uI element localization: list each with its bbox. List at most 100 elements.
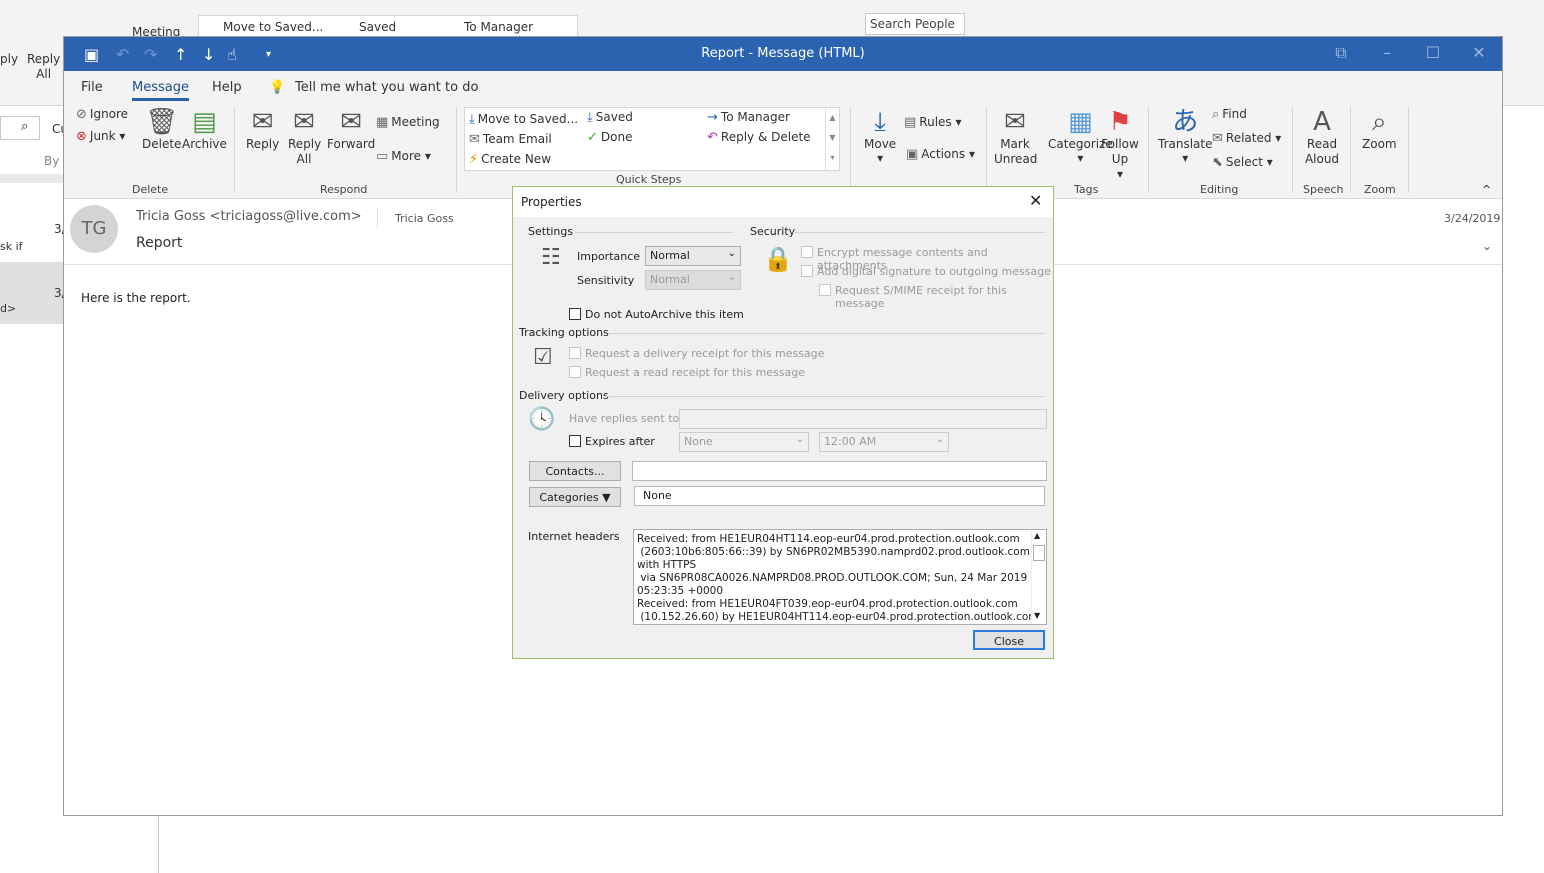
junk-icon: ⊗	[76, 129, 87, 144]
delivery-receipt-label: Request a delivery receipt for this mess…	[585, 347, 825, 360]
divider	[609, 333, 1045, 334]
mark-unread-button[interactable]: ✉ Mark Unread	[994, 107, 1037, 167]
title-bar: ▣ ↶ ↷ ↑ ↓ ☝ ▾ Report - Message (HTML) ⧉ …	[64, 37, 1502, 71]
read-aloud-button[interactable]: A Read Aloud	[1302, 107, 1342, 167]
settings-list-icon: ☷	[541, 245, 561, 270]
forward-icon: ✉	[340, 107, 363, 137]
divider	[1148, 107, 1149, 193]
search-box[interactable]: ⌕	[0, 116, 40, 140]
collapse-ribbon-icon[interactable]: ^	[1482, 183, 1491, 196]
bg-qs-item[interactable]: To Manager	[464, 20, 533, 34]
replies-input[interactable]	[679, 409, 1047, 429]
quick-step-saved[interactable]: ⤓ Saved	[587, 110, 633, 125]
zoom-button[interactable]: ⌕ Zoom	[1362, 107, 1397, 151]
expires-date-select[interactable]: None ⌄	[679, 432, 809, 452]
forward-button[interactable]: ✉ Forward	[327, 107, 375, 151]
minimize-icon[interactable]: –	[1372, 43, 1402, 62]
headers-scrollbar[interactable]: ▲ ▼	[1031, 531, 1045, 623]
bg-qs-item[interactable]: Move to Saved...	[223, 20, 323, 34]
quick-step-to-manager[interactable]: → To Manager	[707, 110, 790, 125]
quick-steps-scroll[interactable]: ▲ ▼ ▾	[825, 108, 839, 170]
autoarchive-checkbox[interactable]	[569, 308, 581, 320]
meeting-label: Meeting	[391, 115, 440, 129]
smime-checkbox[interactable]	[819, 284, 831, 296]
quick-step-move-to-saved[interactable]: ⤓ Move to Saved...	[469, 112, 578, 127]
contacts-button[interactable]: Contacts...	[529, 461, 621, 481]
expires-time-select[interactable]: 12:00 AM ⌄	[819, 432, 949, 452]
ignore-icon: ⊘	[76, 107, 87, 122]
reply-all-button[interactable]: ✉ Reply All	[288, 107, 321, 167]
follow-up-button[interactable]: ⚑ Follow Up ▾	[1100, 107, 1140, 181]
rules-button[interactable]: ▤ Rules ▾	[904, 115, 962, 130]
tab-message[interactable]: Message	[132, 80, 189, 101]
read-receipt-checkbox[interactable]	[569, 366, 581, 378]
quick-step-create-new[interactable]: ⚡ Create New	[469, 152, 551, 167]
archive-button[interactable]: ▤ Archive	[182, 107, 227, 151]
select-button[interactable]: ⬉ Select ▾	[1212, 155, 1273, 170]
tab-help[interactable]: Help	[212, 80, 242, 95]
categories-input[interactable]: None	[634, 486, 1045, 506]
encrypt-checkbox[interactable]	[801, 246, 813, 258]
internet-headers-text[interactable]: Received: from HE1EUR04HT114.eop-eur04.p…	[633, 529, 1047, 625]
list-item-preview: sk if	[0, 240, 23, 253]
group-label-speech: Speech	[1303, 183, 1344, 196]
sensitivity-select[interactable]: Normal ⌄	[645, 270, 741, 290]
search-people-input[interactable]: Search People	[865, 13, 965, 35]
importance-select[interactable]: Normal ⌄	[645, 246, 741, 266]
sensitivity-label: Sensitivity	[577, 274, 635, 287]
sender[interactable]: Tricia Goss <triciagoss@live.com>	[136, 209, 362, 224]
divider	[377, 209, 378, 227]
scroll-up-icon[interactable]: ▲	[1034, 531, 1040, 540]
group-label-quick-steps: Quick Steps	[616, 173, 682, 186]
trash-icon: 🗑	[145, 107, 179, 137]
divider	[605, 396, 1045, 397]
expand-header-icon[interactable]: ⌄	[1482, 239, 1492, 253]
dialog-close-icon[interactable]: ✕	[1029, 191, 1042, 210]
find-button[interactable]: ⌕ Find	[1212, 107, 1247, 122]
bg-qs-item[interactable]: Saved	[359, 20, 396, 34]
meeting-button[interactable]: ▦ Meeting	[376, 115, 440, 130]
bg-reply-label[interactable]: ply	[0, 52, 18, 66]
recipient[interactable]: Tricia Goss	[395, 212, 454, 225]
close-icon[interactable]: ✕	[1464, 43, 1494, 62]
delete-button[interactable]: 🗑 Delete	[142, 107, 181, 151]
contacts-input[interactable]	[632, 461, 1047, 481]
actions-button[interactable]: ▣ Actions ▾	[906, 147, 975, 162]
close-button[interactable]: Close	[973, 630, 1045, 650]
maximize-icon[interactable]: ☐	[1418, 43, 1448, 62]
bg-reply-all[interactable]: Reply All	[27, 52, 60, 82]
list-item[interactable]: 3/ d>	[0, 262, 66, 324]
message-date: 3/24/2019	[1444, 212, 1501, 225]
tab-file[interactable]: File	[81, 80, 103, 95]
group-label-editing: Editing	[1200, 183, 1239, 196]
delivery-receipt-checkbox[interactable]	[569, 347, 581, 359]
related-icon: ✉	[1212, 131, 1223, 146]
subject: Report	[136, 235, 183, 251]
zoom-label: Zoom	[1362, 137, 1397, 151]
ribbon-display-icon[interactable]: ⧉	[1326, 43, 1356, 63]
quick-step-done[interactable]: ✓ Done	[587, 130, 632, 145]
bg-quick-steps: Move to Saved... Saved To Manager	[198, 15, 578, 37]
related-label: Related	[1225, 131, 1272, 145]
categories-button[interactable]: Categories ▼	[529, 487, 621, 507]
scroll-thumb[interactable]	[1033, 545, 1045, 561]
quick-step-team-email[interactable]: ✉ Team Email	[469, 132, 552, 147]
signature-checkbox[interactable]	[801, 265, 813, 277]
expires-checkbox[interactable]	[569, 435, 581, 447]
related-button[interactable]: ✉ Related ▾	[1212, 131, 1281, 146]
move-button[interactable]: ⤓ Move ▾	[864, 107, 896, 165]
translate-button[interactable]: あ Translate ▾	[1158, 107, 1213, 165]
scroll-down-icon[interactable]: ▼	[1034, 611, 1040, 620]
quick-step-reply-delete[interactable]: ↶ Reply & Delete	[707, 130, 811, 145]
tell-me-input[interactable]: Tell me what you want to do	[295, 80, 478, 95]
reply-button[interactable]: ✉ Reply	[246, 107, 279, 151]
junk-button[interactable]: ⊗ Junk ▾	[76, 129, 125, 144]
message-list: ⌕ Cu By D 3/ sk if 3/ d>	[0, 106, 72, 873]
ignore-button[interactable]: ⊘ Ignore	[76, 107, 128, 122]
list-item[interactable]: 3/ sk if	[0, 202, 66, 260]
more-button[interactable]: ▭ More ▾	[376, 149, 431, 164]
divider	[575, 232, 733, 233]
settings-heading: Settings	[528, 225, 574, 238]
junk-label: Junk	[89, 129, 116, 143]
calendar-icon: ▦	[376, 115, 389, 130]
